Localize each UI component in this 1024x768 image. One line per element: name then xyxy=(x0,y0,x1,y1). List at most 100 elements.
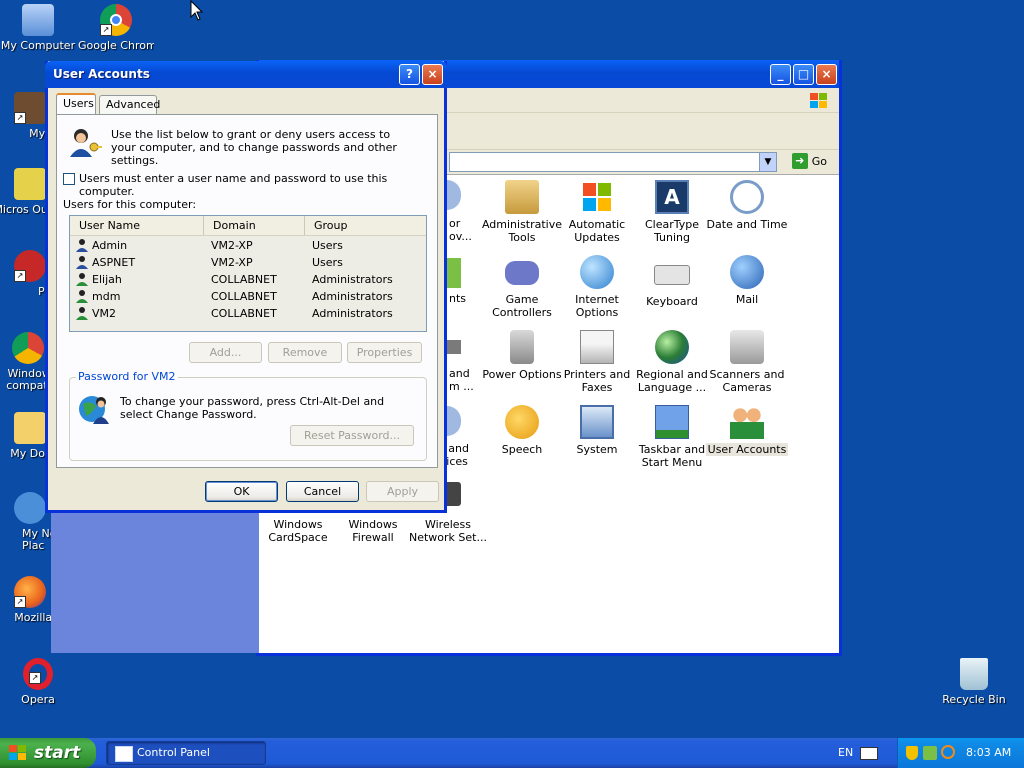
windows-logo-icon xyxy=(583,183,611,211)
user-name: VM2 xyxy=(92,307,117,320)
cp-item-label: Date and Time xyxy=(706,218,788,231)
search-icon[interactable] xyxy=(941,745,955,759)
partial-icon xyxy=(447,180,461,210)
user-name: ASPNET xyxy=(92,256,136,269)
desktop-icon-google-chrome[interactable]: ↗ Google Chrome xyxy=(78,4,154,52)
cp-item-regional-and-language[interactable]: Regional and Language ... xyxy=(631,330,713,394)
require-password-label[interactable]: Users must enter a user name and passwor… xyxy=(79,172,437,198)
users-list[interactable]: User Name Domain Group Admin VM2-XP User… xyxy=(69,215,427,332)
column-header-user-name[interactable]: User Name xyxy=(70,216,204,235)
cp-item-printers-and-faxes[interactable]: Printers and Faxes xyxy=(556,330,638,394)
keyboard-icon[interactable] xyxy=(860,747,878,760)
table-row[interactable]: Elijah COLLABNET Administrators xyxy=(70,271,426,288)
cp-item-date-and-time[interactable]: Date and Time xyxy=(706,180,788,231)
camera-icon xyxy=(730,330,764,364)
table-row[interactable]: Admin VM2-XP Users xyxy=(70,237,426,254)
taskbar: start Control Panel EN 8:03 AM xyxy=(0,738,1024,768)
cp-item-automatic-updates[interactable]: Automatic Updates xyxy=(556,180,638,244)
help-button[interactable]: ? xyxy=(399,64,420,85)
desktop-icon-my-computer[interactable]: My Computer xyxy=(0,4,76,52)
column-header-domain[interactable]: Domain xyxy=(204,216,305,235)
chevron-down-icon[interactable]: ▼ xyxy=(759,152,777,172)
firefox-icon: ↗ xyxy=(14,576,46,608)
users-list-header: User Name Domain Group xyxy=(70,216,426,236)
table-row[interactable]: VM2 COLLABNET Administrators xyxy=(70,305,426,322)
cp-item-power-options[interactable]: Power Options xyxy=(481,330,563,381)
cp-item-user-accounts[interactable]: User Accounts xyxy=(706,405,788,456)
remove-user-button[interactable]: Remove xyxy=(268,342,342,363)
password-group: Password for VM2 To change your password… xyxy=(69,370,427,461)
cp-item-label: Taskbar and Start Menu xyxy=(638,443,706,469)
cp-item-speech[interactable]: Speech xyxy=(481,405,563,456)
user-domain: COLLABNET xyxy=(211,273,277,286)
power-plug-icon xyxy=(510,330,534,364)
go-button[interactable]: ➜ Go xyxy=(791,152,827,170)
computer-icon xyxy=(22,4,54,36)
network-icon xyxy=(14,492,46,524)
clock[interactable]: 8:03 AM xyxy=(966,746,1011,759)
partial-label: and xyxy=(449,367,470,380)
cp-item-administrative-tools[interactable]: Administrative Tools xyxy=(481,180,563,244)
gamepad-icon xyxy=(505,261,539,285)
apply-button[interactable]: Apply xyxy=(366,481,439,502)
chrome-icon xyxy=(12,332,44,364)
cp-item-label: Game Controllers xyxy=(492,293,552,319)
cp-item-label: Internet Options xyxy=(575,293,619,319)
user-group: Administrators xyxy=(312,307,393,320)
users-tab-panel: Use the list below to grant or deny user… xyxy=(56,114,438,468)
control-panel-icon xyxy=(115,746,133,762)
desktop-icon-label: Recycle Bin xyxy=(942,694,1006,706)
chrome-icon: ↗ xyxy=(100,4,132,36)
cp-item-label: Windows Firewall xyxy=(348,518,398,544)
column-header-group[interactable]: Group xyxy=(305,216,426,235)
taskbar-item-control-panel[interactable]: Control Panel xyxy=(106,741,266,765)
desktop-icon-opera[interactable]: ↗ Opera xyxy=(0,658,76,706)
properties-button[interactable]: Properties xyxy=(347,342,422,363)
cp-item-game-controllers[interactable]: Game Controllers xyxy=(481,255,563,319)
recycle-bin-icon xyxy=(960,658,988,690)
network-icon[interactable] xyxy=(923,746,937,760)
ok-button[interactable]: OK xyxy=(205,481,278,502)
table-row[interactable]: ASPNET VM2-XP Users xyxy=(70,254,426,271)
tab-users[interactable]: Users xyxy=(56,93,96,114)
user-domain: COLLABNET xyxy=(211,307,277,320)
dialog-title-bar[interactable]: User Accounts ? × xyxy=(45,61,447,88)
maximize-button[interactable]: □ xyxy=(793,64,814,85)
cp-item-cleartype-tuning[interactable]: A ClearType Tuning xyxy=(631,180,713,244)
user-group: Users xyxy=(312,239,343,252)
go-label: Go xyxy=(811,154,827,168)
user-accounts-dialog[interactable]: User Accounts ? × Users Advanced Use the… xyxy=(45,61,447,513)
address-input[interactable]: ▼ xyxy=(449,152,777,172)
keyboard-icon xyxy=(654,265,690,285)
cp-item-internet-options[interactable]: Internet Options xyxy=(556,255,638,319)
cp-item-taskbar-and-start-menu[interactable]: Taskbar and Start Menu xyxy=(631,405,713,469)
user-icon xyxy=(76,307,88,320)
user-domain: VM2-XP xyxy=(211,239,253,252)
user-icon xyxy=(76,256,88,269)
users-icon xyxy=(730,405,764,439)
reset-password-button[interactable]: Reset Password... xyxy=(290,425,414,446)
cp-item-system[interactable]: System xyxy=(556,405,638,456)
cp-item-mail[interactable]: Mail xyxy=(706,255,788,306)
taskbar-icon xyxy=(655,405,689,439)
security-shield-icon[interactable] xyxy=(906,746,918,760)
tab-advanced[interactable]: Advanced xyxy=(99,95,160,114)
add-user-button[interactable]: Add... xyxy=(189,342,262,363)
user-domain: VM2-XP xyxy=(211,256,253,269)
cancel-button[interactable]: Cancel xyxy=(286,481,359,502)
close-button[interactable]: × xyxy=(816,64,837,85)
cp-item-label: Automatic Updates xyxy=(568,218,626,244)
start-button[interactable]: start xyxy=(0,738,96,768)
require-password-checkbox[interactable] xyxy=(63,173,75,185)
program-icon: ↗ xyxy=(14,92,46,124)
table-row[interactable]: mdm COLLABNET Administrators xyxy=(70,288,426,305)
dialog-close-button[interactable]: × xyxy=(422,64,443,85)
cp-item-label: Mail xyxy=(735,293,759,306)
cp-item-keyboard[interactable]: Keyboard xyxy=(631,255,713,308)
language-indicator[interactable]: EN xyxy=(838,746,853,759)
desktop-icon-recycle-bin[interactable]: Recycle Bin xyxy=(936,658,1012,706)
cp-item-scanners-and-cameras[interactable]: Scanners and Cameras xyxy=(706,330,788,394)
users-keys-icon xyxy=(70,129,102,157)
user-domain: COLLABNET xyxy=(211,290,277,303)
minimize-button[interactable]: _ xyxy=(770,64,791,85)
